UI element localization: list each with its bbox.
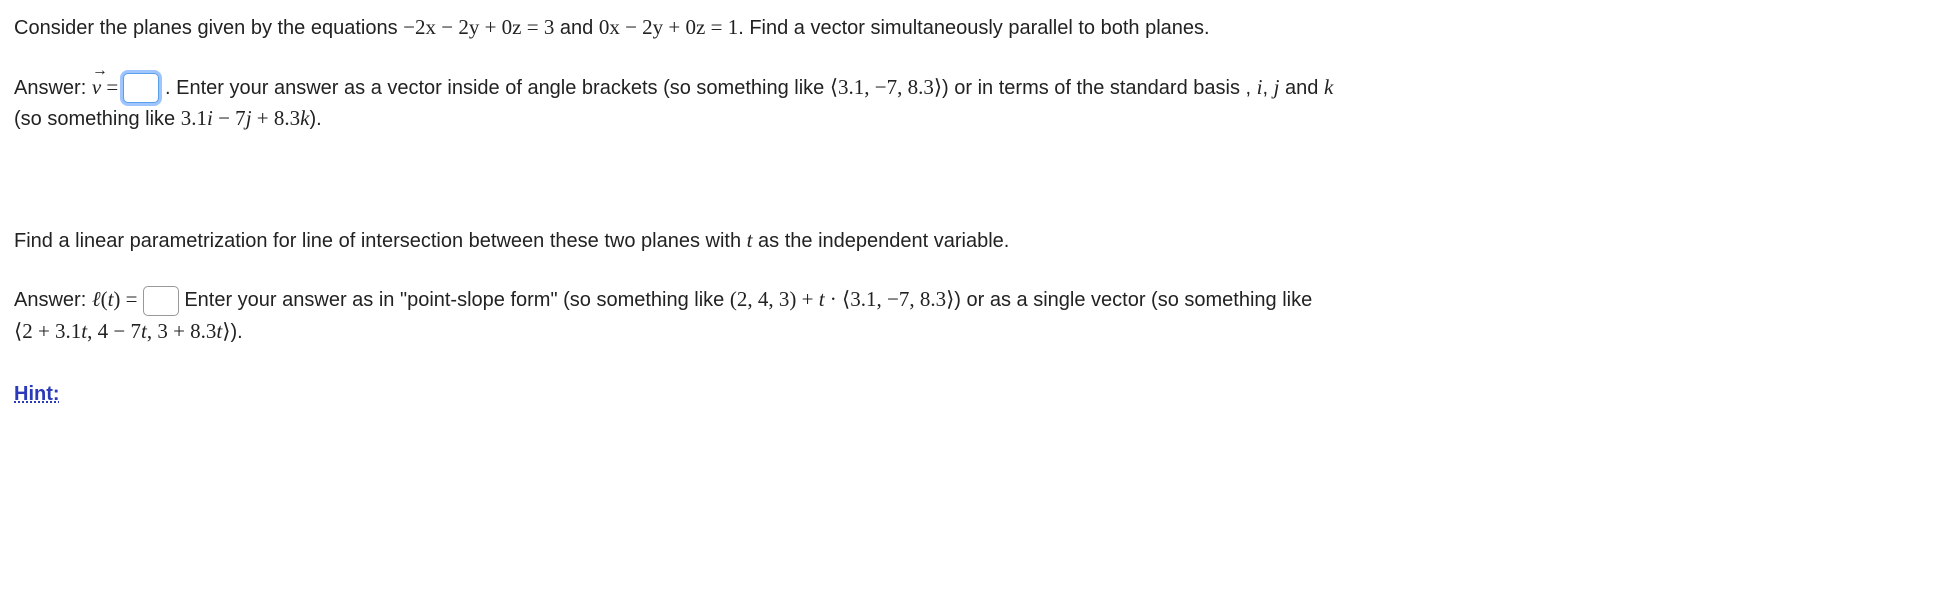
q1-text-b: . Find a vector simultaneously parallel …	[738, 17, 1209, 39]
q1-eq2: 0x − 2y + 0z = 1	[599, 15, 738, 39]
question-2-prompt: Find a linear parametrization for line o…	[14, 225, 1926, 257]
q1-mid: and	[554, 17, 598, 39]
q1-eq1: −2x − 2y + 0z = 3	[403, 15, 554, 39]
q2-instr-a: Enter your answer as in "point-slope for…	[184, 289, 730, 311]
q1-sep1: ,	[1262, 77, 1273, 99]
q1-instr-a: . Enter your answer as a vector inside o…	[165, 77, 830, 99]
q1-instr-d: (so something like	[14, 108, 181, 130]
q1-text-a: Consider the planes given by the equatio…	[14, 17, 403, 39]
q1-example-vec: ⟨3.1, −7, 8.3⟩	[830, 75, 942, 99]
q2-example-ps: (2, 4, 3) + t · ⟨3.1, −7, 8.3⟩	[730, 287, 954, 311]
q1-instr-c: and	[1279, 77, 1323, 99]
q1-example-ijk: 3.1i − 7j + 8.3k	[181, 106, 310, 130]
q1-basis-k: k	[1324, 75, 1333, 99]
q1-answer-label: Answer:	[14, 77, 92, 99]
q1-vec-v: v	[92, 72, 101, 104]
q2-example-single: ⟨2 + 3.1t, 4 − 7t, 3 + 8.3t⟩	[14, 319, 230, 343]
q2-eq-sign: =	[120, 287, 142, 311]
q2-instr-c: ).	[230, 321, 242, 343]
q2-answer-input[interactable]	[143, 286, 179, 316]
q2-text-a: Find a linear parametrization for line o…	[14, 230, 747, 252]
hint-link[interactable]: Hint:	[14, 383, 60, 405]
q2-instr-b: ) or as a single vector (so something li…	[954, 289, 1312, 311]
q1-instr-b: ) or in terms of the standard basis ,	[942, 77, 1257, 99]
q2-answer-block: Answer: ℓ(t) = Enter your answer as in "…	[14, 284, 1926, 347]
q1-instr-e: ).	[309, 108, 321, 130]
q2-ell-t: ℓ(t)	[92, 287, 121, 311]
q2-text-b: as the independent variable.	[752, 230, 1009, 252]
q2-answer-label: Answer:	[14, 289, 92, 311]
hint-block: Hint:	[14, 379, 1926, 409]
question-1-prompt: Consider the planes given by the equatio…	[14, 12, 1926, 44]
q1-answer-input[interactable]	[123, 73, 159, 103]
q1-answer-block: Answer: v = . Enter your answer as a vec…	[14, 72, 1926, 135]
